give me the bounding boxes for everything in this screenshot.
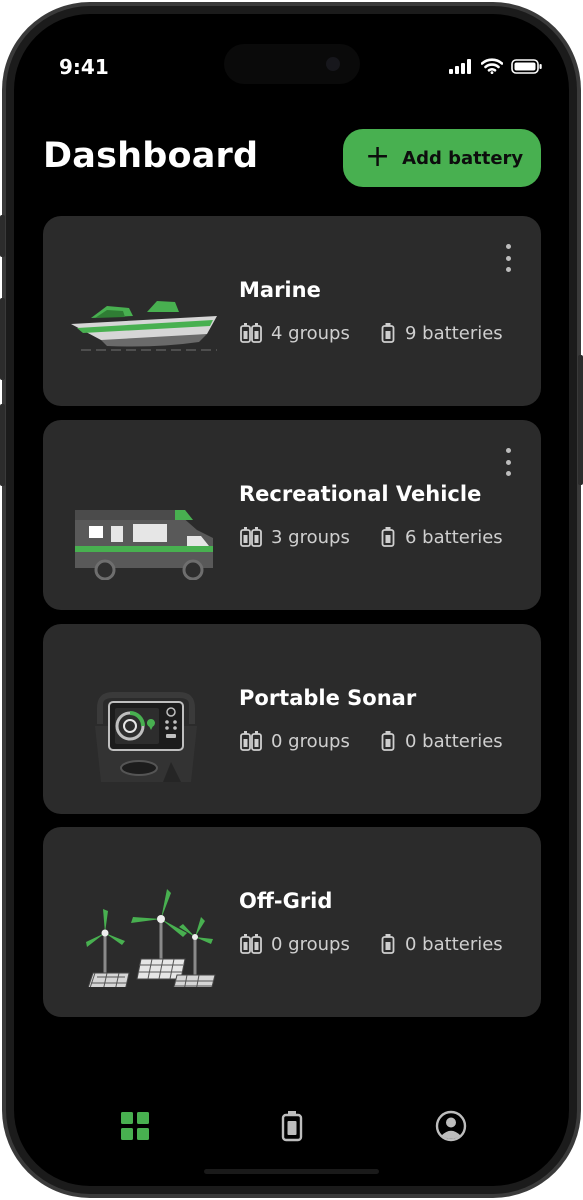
action-button bbox=[0, 215, 5, 257]
more-options-icon[interactable] bbox=[503, 244, 513, 272]
boat-illustration bbox=[71, 301, 217, 351]
power-button bbox=[578, 355, 583, 485]
battery-status-icon bbox=[511, 59, 542, 74]
batteries-count: 9 batteries bbox=[405, 322, 503, 344]
add-battery-button[interactable]: + Add battery bbox=[343, 129, 541, 187]
screen: 9:41 Dashboard + Add battery Marine 4 gr… bbox=[14, 14, 569, 1186]
battery-icon bbox=[281, 1111, 303, 1142]
profile-icon bbox=[435, 1110, 467, 1142]
volume-down-button bbox=[0, 404, 5, 486]
card-marine[interactable]: Marine 4 groups 9 batteries bbox=[43, 216, 541, 406]
grid-icon bbox=[121, 1112, 149, 1140]
batteries-count: 0 batteries bbox=[405, 730, 503, 752]
card-title: Marine bbox=[239, 278, 321, 302]
battery-icon bbox=[381, 731, 395, 751]
signal-icon bbox=[449, 59, 471, 74]
status-icons bbox=[449, 58, 543, 74]
battery-icon bbox=[381, 934, 395, 954]
card-meta: 0 groups 0 batteries bbox=[239, 730, 503, 752]
tab-bar bbox=[14, 1096, 569, 1156]
page-title: Dashboard bbox=[43, 136, 259, 176]
tab-batteries[interactable] bbox=[262, 1096, 322, 1156]
tab-profile[interactable] bbox=[421, 1096, 481, 1156]
plus-icon: + bbox=[365, 138, 391, 174]
groups-count: 4 groups bbox=[271, 322, 350, 344]
battery-group-icon bbox=[240, 527, 262, 547]
batteries-count: 6 batteries bbox=[405, 526, 503, 548]
card-portable-sonar[interactable]: Portable Sonar 0 groups 0 batteries bbox=[43, 624, 541, 814]
dynamic-island bbox=[224, 44, 360, 84]
more-options-icon[interactable] bbox=[503, 448, 513, 476]
home-indicator bbox=[204, 1169, 379, 1174]
groups-count: 0 groups bbox=[271, 730, 350, 752]
battery-group-icon bbox=[240, 323, 262, 343]
camera bbox=[326, 57, 340, 71]
card-title: Portable Sonar bbox=[239, 686, 417, 710]
battery-icon bbox=[381, 527, 395, 547]
status-time: 9:41 bbox=[59, 55, 109, 79]
tab-dashboard[interactable] bbox=[105, 1096, 165, 1156]
battery-group-icon bbox=[240, 934, 262, 954]
volume-up-button bbox=[0, 298, 5, 380]
sonar-illustration bbox=[95, 692, 197, 782]
card-title: Off-Grid bbox=[239, 889, 333, 913]
wifi-icon bbox=[481, 58, 503, 74]
offgrid-illustration bbox=[86, 889, 216, 987]
card-meta: 0 groups 0 batteries bbox=[239, 933, 503, 955]
card-off-grid[interactable]: Off-Grid 0 groups 0 batteries bbox=[43, 827, 541, 1017]
card-meta: 3 groups 6 batteries bbox=[239, 526, 503, 548]
card-recreational-vehicle[interactable]: Recreational Vehicle 3 groups 6 batterie… bbox=[43, 420, 541, 610]
battery-icon bbox=[381, 323, 395, 343]
groups-count: 3 groups bbox=[271, 526, 350, 548]
groups-count: 0 groups bbox=[271, 933, 350, 955]
batteries-count: 0 batteries bbox=[405, 933, 503, 955]
card-title: Recreational Vehicle bbox=[239, 482, 482, 506]
add-battery-label: Add battery bbox=[402, 147, 524, 169]
rv-illustration bbox=[75, 510, 213, 580]
battery-group-icon bbox=[240, 731, 262, 751]
card-meta: 4 groups 9 batteries bbox=[239, 322, 503, 344]
